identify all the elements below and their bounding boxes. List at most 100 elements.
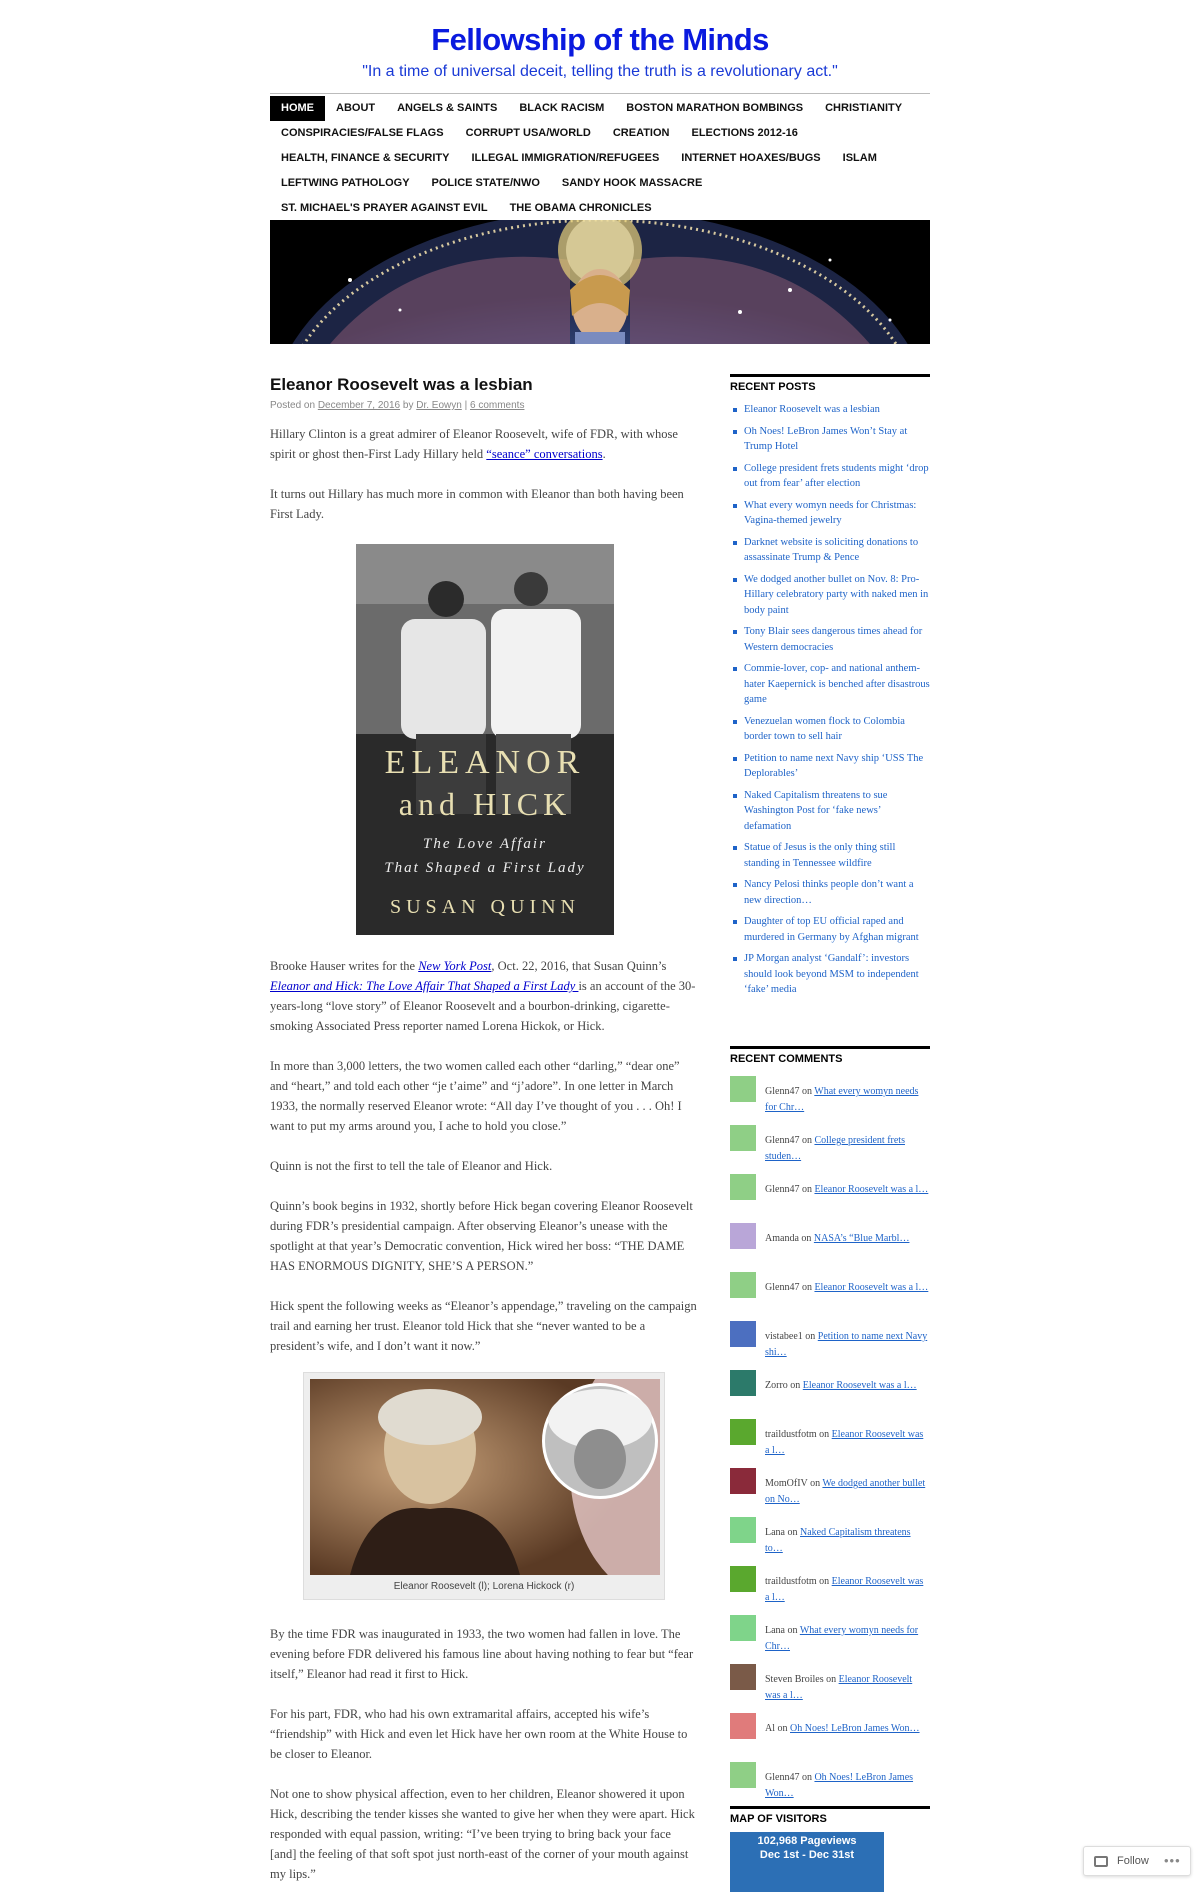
nav-item-leftwing[interactable]: LEFTWING PATHOLOGY — [270, 171, 421, 196]
post-date-link[interactable]: December 7, 2016 — [318, 400, 400, 411]
recent-post-link[interactable]: Tony Blair sees dangerous times ahead fo… — [730, 624, 930, 655]
recent-post-link[interactable]: Darknet website is soliciting donations … — [730, 535, 930, 566]
comment-on-label: on — [805, 1331, 816, 1342]
book-title-link[interactable]: Eleanor and Hick: The Love Affair That S… — [270, 979, 578, 993]
post-paragraph: Quinn’s book begins in 1932, shortly bef… — [270, 1199, 693, 1273]
post-paragraph: Brooke Hauser writes for the New York Po… — [270, 956, 698, 1036]
comment-on-label: on — [787, 1527, 798, 1538]
comment-post-link[interactable]: Eleanor Roosevelt was a l… — [803, 1380, 917, 1391]
nav-item-health-finance[interactable]: HEALTH, FINANCE & SECURITY — [270, 146, 460, 171]
comment-on-label: on — [801, 1184, 812, 1195]
recent-comment-item: traildustfotm on Eleanor Roosevelt was a… — [730, 1417, 930, 1466]
avatar[interactable] — [730, 1174, 756, 1200]
recent-post-link[interactable]: Venezuelan women flock to Colombia borde… — [730, 714, 930, 745]
comment-post-link[interactable]: Eleanor Roosevelt was a l… — [814, 1184, 928, 1195]
header-banner-image — [270, 220, 930, 344]
recent-post-link[interactable]: Daughter of top EU official raped and mu… — [730, 914, 930, 945]
recent-comment-item: Glenn47 on Eleanor Roosevelt was a l… — [730, 1172, 930, 1221]
recent-comment-item: Zorro on Eleanor Roosevelt was a l… — [730, 1368, 930, 1417]
visitor-map[interactable]: 102,968 Pageviews Dec 1st - Dec 31st — [730, 1832, 884, 1892]
comment-post-link[interactable]: NASA’s “Blue Marbl… — [814, 1233, 910, 1244]
nav-row: LEFTWING PATHOLOGY POLICE STATE/NWO SAND… — [270, 171, 930, 196]
avatar[interactable] — [730, 1125, 756, 1151]
comment-author: traildustfotm — [765, 1576, 817, 1587]
recent-comment-item: vistabee1 on Petition to name next Navy … — [730, 1319, 930, 1368]
comment-on-label: on — [777, 1723, 788, 1734]
cover-author: SUSAN QUINN — [389, 896, 580, 918]
recent-post-link[interactable]: What every womyn needs for Christmas: Va… — [730, 498, 930, 529]
nav-item-internet-hoaxes[interactable]: INTERNET HOAXES/BUGS — [670, 146, 831, 171]
nav-item-elections[interactable]: ELECTIONS 2012-16 — [681, 121, 809, 146]
recent-comment-item: Amanda on NASA’s “Blue Marbl… — [730, 1221, 930, 1270]
nav-item-islam[interactable]: ISLAM — [832, 146, 888, 171]
nav-item-black-racism[interactable]: BLACK RACISM — [508, 96, 615, 121]
recent-post-link[interactable]: Oh Noes! LeBron James Won’t Stay at Trum… — [730, 424, 930, 455]
nav-item-home[interactable]: HOME — [270, 96, 325, 121]
recent-post-link[interactable]: Petition to name next Navy ship ‘USS The… — [730, 751, 930, 782]
avatar[interactable] — [730, 1615, 756, 1641]
recent-post-link[interactable]: Nancy Pelosi thinks people don’t want a … — [730, 877, 930, 908]
comment-on-label: on — [819, 1576, 830, 1587]
comment-author: Al — [765, 1723, 775, 1734]
follow-icon — [1094, 1856, 1108, 1867]
avatar[interactable] — [730, 1566, 756, 1592]
recent-post-link[interactable]: We dodged another bullet on Nov. 8: Pro-… — [730, 572, 930, 619]
avatar[interactable] — [730, 1370, 756, 1396]
nav-item-corrupt-usa[interactable]: CORRUPT USA/WORLD — [455, 121, 602, 146]
recent-post-link[interactable]: Naked Capitalism threatens to sue Washin… — [730, 788, 930, 835]
avatar[interactable] — [730, 1762, 756, 1788]
comment-text: vistabee1 on Petition to name next Navy … — [765, 1329, 930, 1360]
paragraph-text: , Oct. 22, 2016, that Susan Quinn’s — [491, 959, 667, 973]
comment-post-link[interactable]: Oh Noes! LeBron James Won… — [790, 1723, 920, 1734]
post-comments-link[interactable]: 6 comments — [470, 400, 524, 411]
recent-comments-title: RECENT COMMENTS — [730, 1046, 930, 1066]
nav-item-sandy-hook[interactable]: SANDY HOOK MASSACRE — [551, 171, 713, 196]
more-options-icon[interactable]: ••• — [1164, 1853, 1181, 1868]
avatar[interactable] — [730, 1517, 756, 1543]
recent-post-link[interactable]: JP Morgan analyst ‘Gandalf’: investors s… — [730, 951, 930, 998]
avatar[interactable] — [730, 1468, 756, 1494]
nav-row: HOME ABOUT ANGELS & SAINTS BLACK RACISM … — [270, 96, 930, 121]
comment-text: Glenn47 on Oh Noes! LeBron James Won… — [765, 1770, 930, 1801]
recent-post-link[interactable]: Eleanor Roosevelt was a lesbian — [730, 402, 930, 418]
new-york-post-link[interactable]: New York Post — [418, 959, 491, 973]
recent-post-link[interactable]: Statue of Jesus is the only thing still … — [730, 840, 930, 871]
avatar[interactable] — [730, 1321, 756, 1347]
comment-author: Amanda — [765, 1233, 799, 1244]
nav-item-illegal-immigration[interactable]: ILLEGAL IMMIGRATION/REFUGEES — [460, 146, 670, 171]
nav-item-christianity[interactable]: CHRISTIANITY — [814, 96, 913, 121]
comment-post-link[interactable]: Eleanor Roosevelt was a l… — [814, 1282, 928, 1293]
post-paragraph: Not one to show physical affection, even… — [270, 1787, 695, 1881]
nav-item-about[interactable]: ABOUT — [325, 96, 386, 121]
avatar[interactable] — [730, 1272, 756, 1298]
comment-text: traildustfotm on Eleanor Roosevelt was a… — [765, 1574, 930, 1605]
nav-item-angels-saints[interactable]: ANGELS & SAINTS — [386, 96, 508, 121]
avatar[interactable] — [730, 1664, 756, 1690]
nav-item-conspiracies[interactable]: CONSPIRACIES/FALSE FLAGS — [270, 121, 455, 146]
post-author-link[interactable]: Dr. Eowyn — [416, 400, 462, 411]
avatar[interactable] — [730, 1223, 756, 1249]
post-paragraph: It turns out Hillary has much more in co… — [270, 487, 684, 521]
nav-item-police-state[interactable]: POLICE STATE/NWO — [421, 171, 551, 196]
site-title[interactable]: Fellowship of the Minds — [270, 22, 930, 58]
nav-item-obama-chronicles[interactable]: THE OBAMA CHRONICLES — [499, 196, 663, 221]
post-title[interactable]: Eleanor Roosevelt was a lesbian — [270, 374, 698, 396]
photo-figure: Eleanor Roosevelt (l); Lorena Hickock (r… — [303, 1372, 665, 1600]
comment-text: Lana on What every womyn needs for Chr… — [765, 1623, 930, 1654]
recent-comment-item: Glenn47 on Oh Noes! LeBron James Won… — [730, 1760, 930, 1809]
comment-text: MomOfIV on We dodged another bullet on N… — [765, 1476, 930, 1507]
recent-post-link[interactable]: Commie-lover, cop- and national anthem-h… — [730, 661, 930, 708]
recent-comment-item: Glenn47 on College president frets stude… — [730, 1123, 930, 1172]
nav-item-st-michael[interactable]: ST. MICHAEL'S PRAYER AGAINST EVIL — [270, 196, 499, 221]
avatar[interactable] — [730, 1076, 756, 1102]
nav-row: HEALTH, FINANCE & SECURITY ILLEGAL IMMIG… — [270, 146, 930, 171]
nav-item-boston-marathon[interactable]: BOSTON MARATHON BOMBINGS — [615, 96, 814, 121]
recent-post-link[interactable]: College president frets students might ‘… — [730, 461, 930, 492]
comment-author: Glenn47 — [765, 1135, 800, 1146]
nav-item-creation[interactable]: CREATION — [602, 121, 681, 146]
avatar[interactable] — [730, 1713, 756, 1739]
avatar[interactable] — [730, 1419, 756, 1445]
seance-link[interactable]: “seance” conversations — [486, 447, 602, 461]
comment-on-label: on — [801, 1233, 812, 1244]
follow-button[interactable]: Follow ••• — [1083, 1846, 1191, 1876]
